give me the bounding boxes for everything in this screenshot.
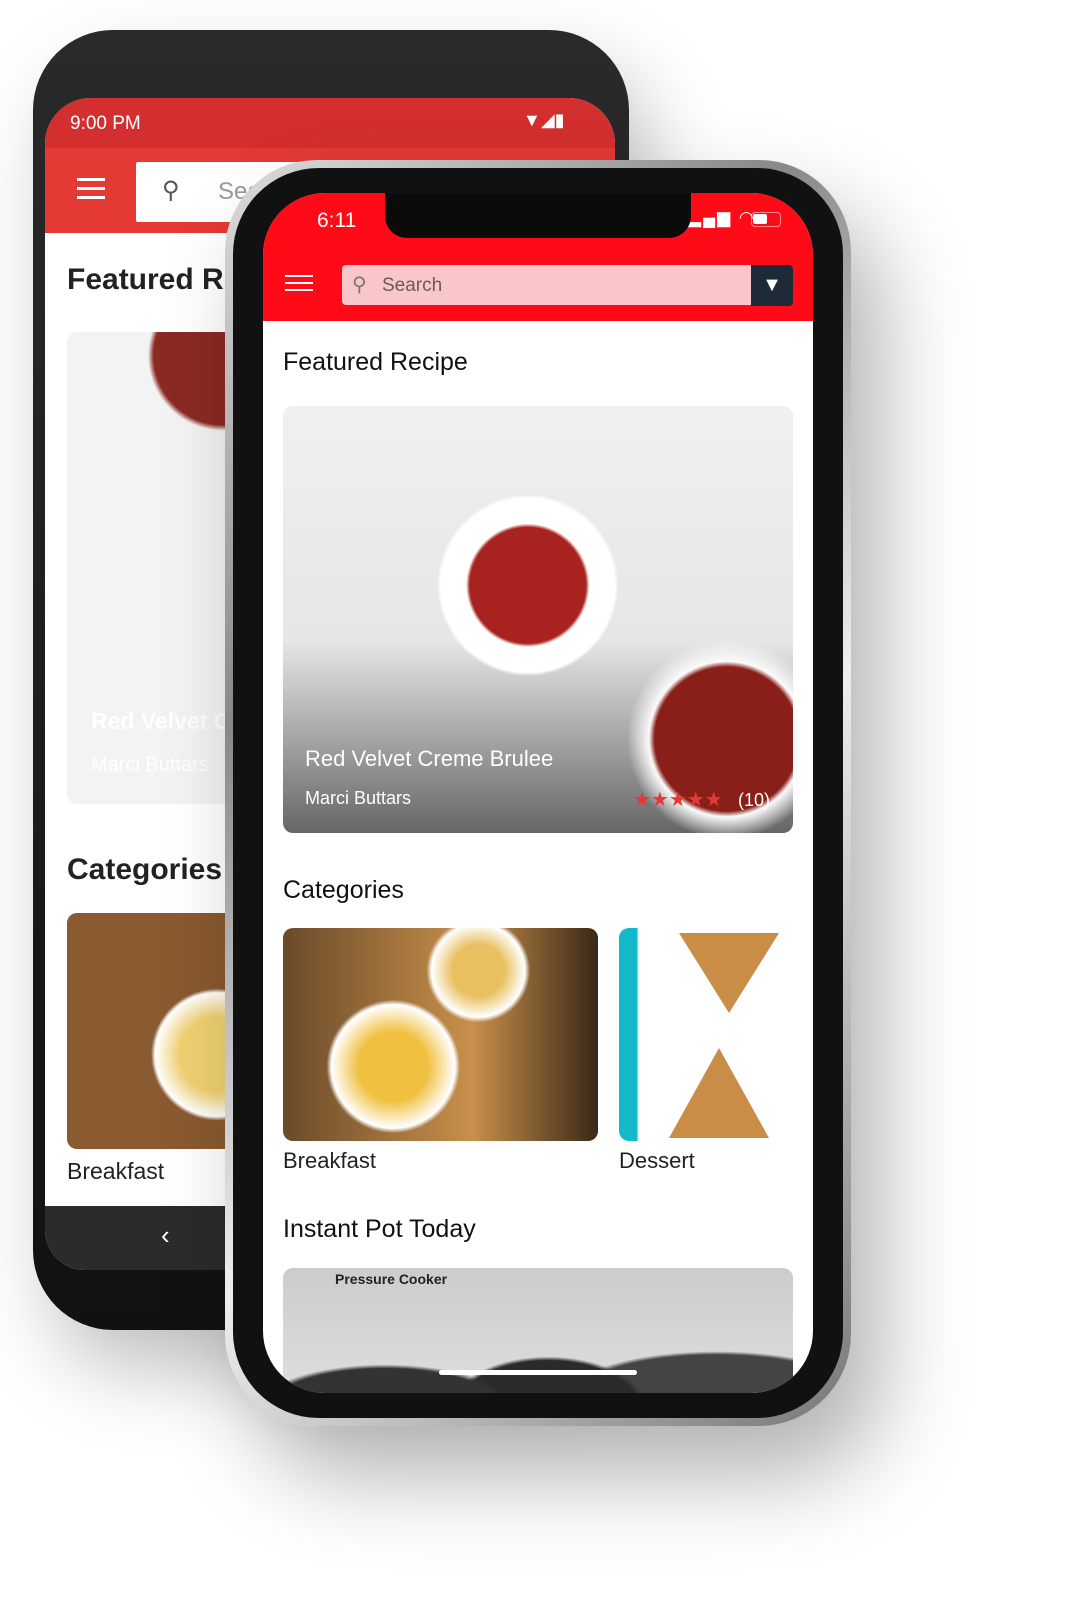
notch [385, 193, 691, 238]
categories-heading: Categories [67, 853, 223, 886]
category-dessert[interactable] [619, 928, 813, 1141]
battery-icon [751, 212, 781, 227]
header: 6:11 ▂▄▆ ◠ ⚲ Search ▼ [263, 193, 813, 321]
iphone-mockup: 6:11 ▂▄▆ ◠ ⚲ Search ▼ Featured Recipe Re… [225, 160, 851, 1426]
featured-recipe-card[interactable]: Red Velvet Creme Brulee Marci Buttars ★★… [283, 406, 793, 833]
back-icon[interactable]: ‹ [161, 1220, 170, 1251]
category-label: Dessert [619, 1148, 695, 1173]
search-input[interactable]: ⚲ Search [342, 265, 752, 305]
image-text: Pressure Cooker [335, 1271, 448, 1287]
status-bar: 9:00 PM ▼◢▮ [45, 98, 615, 148]
recipe-author: Marci Buttars [305, 788, 412, 808]
filter-button[interactable]: ▼ [751, 265, 793, 306]
filter-icon: ▼ [762, 274, 782, 296]
star-rating: ★★★★★ [633, 789, 723, 811]
status-time: 6:11 [317, 209, 357, 232]
recipe-title: Red Velvet Creme Brulee [305, 746, 554, 771]
categories-heading: Categories [283, 876, 404, 904]
menu-icon[interactable] [77, 178, 105, 199]
bezel: 6:11 ▂▄▆ ◠ ⚲ Search ▼ Featured Recipe Re… [233, 168, 843, 1418]
menu-icon[interactable] [285, 275, 313, 291]
search-icon: ⚲ [352, 274, 367, 296]
review-count: (10) [738, 790, 771, 810]
signal-wifi-icon: ▂▄▆ ◠ [688, 208, 756, 227]
home-indicator[interactable] [439, 1370, 637, 1375]
featured-heading: Featured Recipe [283, 348, 468, 376]
category-label: Breakfast [283, 1148, 376, 1173]
category-breakfast[interactable] [283, 928, 598, 1141]
status-time: 9:00 PM [70, 113, 141, 134]
recipe-author: Marci Buttars [91, 754, 209, 776]
instant-pot-heading: Instant Pot Today [283, 1215, 476, 1243]
iphone-screen: 6:11 ▂▄▆ ◠ ⚲ Search ▼ Featured Recipe Re… [263, 193, 813, 1393]
wifi-signal-battery-icon: ▼◢▮ [523, 110, 565, 130]
search-placeholder: Search [382, 275, 443, 296]
search-icon: ⚲ [162, 177, 180, 204]
category-label: Breakfast [67, 1158, 165, 1184]
